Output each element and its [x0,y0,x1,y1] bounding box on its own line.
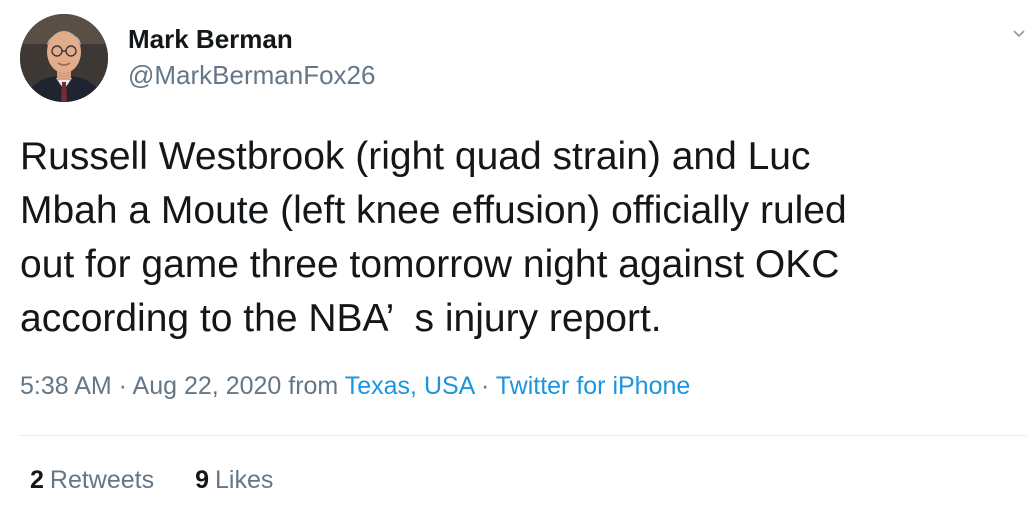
likes-stat[interactable]: 9 Likes [195,466,273,495]
profile-photo-icon [20,14,108,102]
tweet-stats: 2 Retweets 9 Likes [30,466,273,495]
tweet-meta: 5:38 AM · Aug 22, 2020 from Texas, USA ·… [20,372,690,401]
divider [20,435,1026,436]
likes-label: Likes [214,466,274,494]
tweet-timestamp[interactable]: 5:38 AM · Aug 22, 2020 from [20,372,338,400]
source-link[interactable]: Twitter for iPhone [496,372,691,400]
likes-count: 9 [195,466,209,494]
author-name[interactable]: Mark Berman [128,24,293,55]
retweets-stat[interactable]: 2 Retweets [30,466,154,495]
meta-separator: · [480,372,490,400]
tweet-text: Russell Westbrook (right quad strain) an… [20,135,847,340]
chevron-down-icon[interactable] [1012,26,1026,42]
avatar[interactable] [20,14,108,102]
location-link[interactable]: Texas, USA [345,372,474,400]
author-handle[interactable]: @MarkBermanFox26 [128,60,375,91]
tweet-card: Mark Berman @MarkBermanFox26 Russell Wes… [0,0,1026,508]
retweets-count: 2 [30,466,44,494]
retweets-label: Retweets [49,466,155,494]
